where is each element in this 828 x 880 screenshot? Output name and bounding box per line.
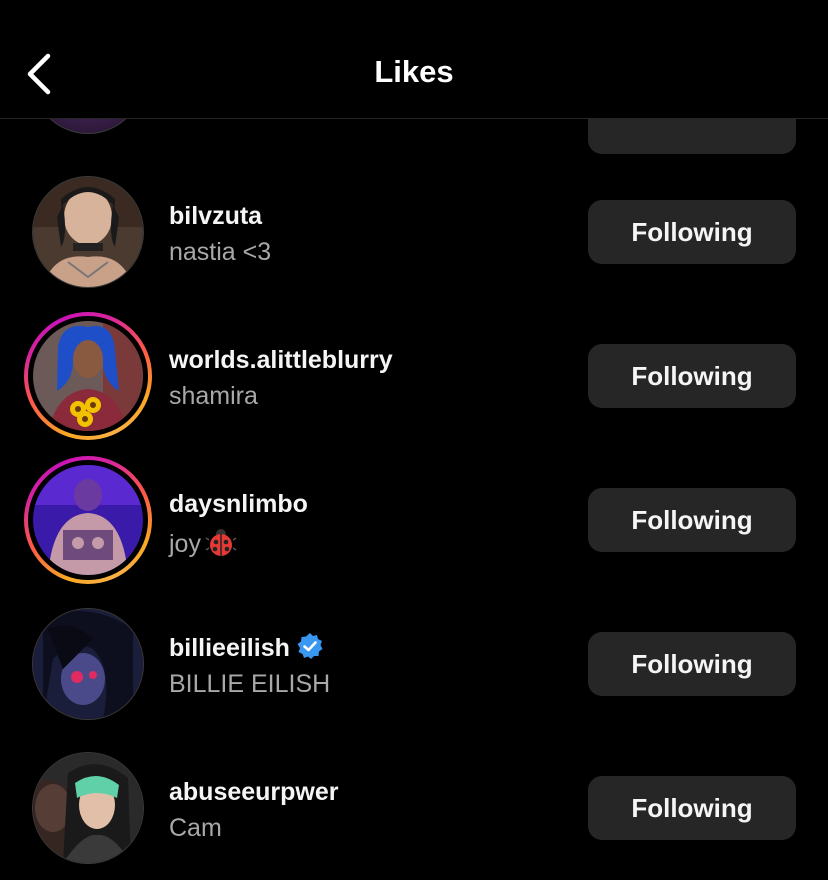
- username[interactable]: worlds.alittleblurry: [169, 346, 393, 375]
- following-button[interactable]: Following: [588, 776, 796, 840]
- ladybug-icon: [205, 529, 237, 556]
- full-name: shamira: [169, 382, 258, 410]
- following-button[interactable]: Following: [588, 344, 796, 408]
- list-item[interactable]: bilvzuta nastia <3 Following: [0, 160, 828, 304]
- following-button[interactable]: Following: [588, 632, 796, 696]
- likes-list: bilvzuta nastia <3 Following worlds.alit…: [0, 0, 828, 879]
- username[interactable]: daysnlimbo: [169, 490, 308, 519]
- avatar-photo: [33, 321, 143, 431]
- list-item[interactable]: worlds.alittleblurry shamira Following: [0, 304, 828, 448]
- full-name: nastia <3: [169, 238, 272, 266]
- full-name: joy: [169, 526, 237, 559]
- following-button[interactable]: Following: [588, 200, 796, 264]
- list-item[interactable]: abuseeurpwer Cam Following: [0, 736, 828, 880]
- following-button[interactable]: Following: [588, 488, 796, 552]
- username[interactable]: bilvzuta: [169, 202, 262, 231]
- avatar-photo: [33, 753, 143, 863]
- avatar-photo: [33, 177, 143, 287]
- username[interactable]: billieeilish: [169, 632, 324, 663]
- username[interactable]: abuseeurpwer: [169, 778, 339, 807]
- full-name: BILLIE EILISH: [169, 670, 331, 698]
- page-title: Likes: [374, 54, 454, 89]
- full-name-text: joy: [169, 530, 201, 558]
- avatar[interactable]: [24, 600, 152, 728]
- avatar-photo: [33, 609, 143, 719]
- username-text: billieeilish: [169, 634, 290, 662]
- avatar[interactable]: [24, 168, 152, 296]
- avatar-photo: [33, 465, 143, 575]
- avatar-story-ring[interactable]: [24, 312, 152, 440]
- avatar[interactable]: [24, 744, 152, 872]
- full-name: Cam: [169, 814, 222, 842]
- verified-badge-icon: [297, 633, 323, 659]
- list-item[interactable]: billieeilish BILLIE EILISH Following: [0, 592, 828, 736]
- list-item[interactable]: daysnlimbo joy Following: [0, 448, 828, 592]
- top-navigation-bar: Likes: [0, 0, 828, 119]
- avatar-story-ring[interactable]: [24, 456, 152, 584]
